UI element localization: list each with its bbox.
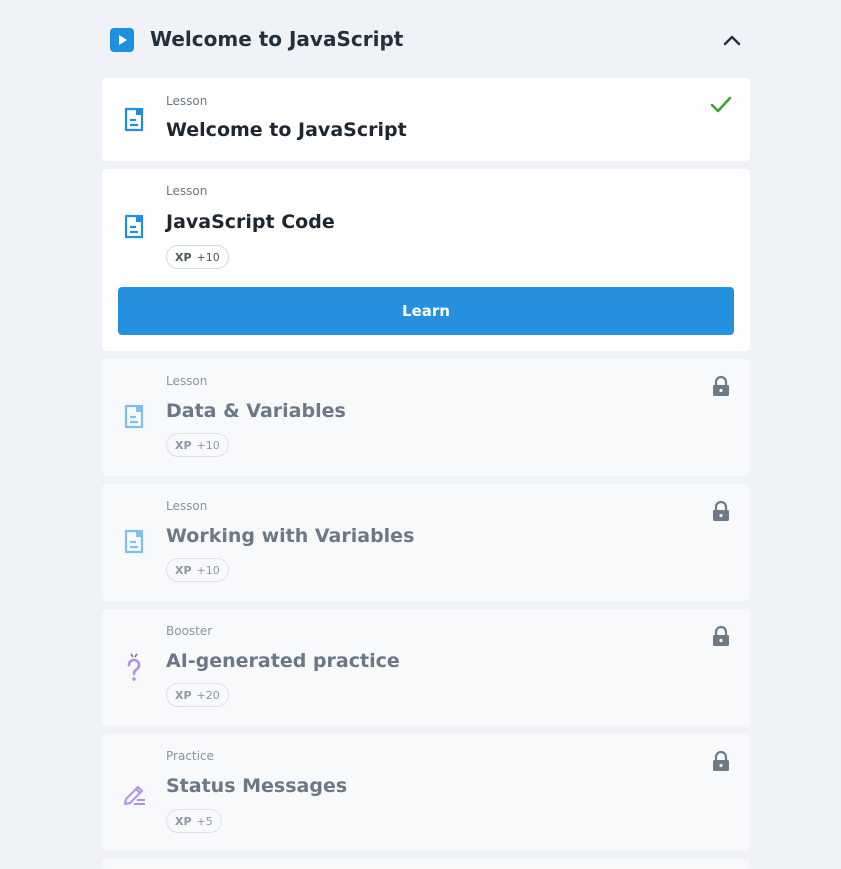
- lock-icon: [710, 375, 732, 397]
- lesson-card-welcome[interactable]: Lesson Welcome to JavaScript: [102, 78, 750, 161]
- xp-label: XP: [175, 688, 192, 702]
- booster-card-ai-practice[interactable]: Booster AI-generated practice XP +20: [102, 609, 750, 726]
- item-title: JavaScript Code: [166, 211, 335, 233]
- lock-icon: [710, 625, 732, 647]
- xp-badge: XP +10: [166, 245, 229, 269]
- item-type-label: Booster: [166, 624, 213, 638]
- item-type-label: Lesson: [166, 94, 208, 108]
- xp-badge: XP +10: [166, 433, 229, 457]
- item-title: Status Messages: [166, 775, 348, 797]
- item-title: AI-generated practice: [166, 650, 400, 672]
- xp-badge: XP +5: [166, 809, 222, 833]
- lesson-document-icon: [122, 403, 146, 429]
- lesson-card-javascript-code[interactable]: Lesson JavaScript Code XP +10 Learn: [102, 169, 750, 351]
- chevron-up-icon[interactable]: [718, 26, 746, 54]
- xp-label: XP: [175, 814, 192, 828]
- xp-label: XP: [175, 438, 192, 452]
- item-title: Welcome to JavaScript: [166, 119, 407, 141]
- item-type-label: Lesson: [166, 499, 208, 513]
- next-card-peek: [102, 859, 750, 869]
- xp-value: +10: [196, 250, 220, 264]
- learn-button[interactable]: Learn: [118, 287, 734, 335]
- play-icon: [110, 28, 134, 52]
- module-title: Welcome to JavaScript: [150, 27, 404, 51]
- xp-value: +20: [196, 688, 220, 702]
- item-type-label: Practice: [166, 749, 214, 763]
- xp-value: +5: [196, 814, 213, 828]
- item-type-label: Lesson: [166, 184, 208, 198]
- lesson-document-icon: [122, 528, 146, 554]
- xp-label: XP: [175, 563, 192, 577]
- lesson-card-working-with-variables[interactable]: Lesson Working with Variables XP +10: [102, 484, 750, 601]
- item-type-label: Lesson: [166, 374, 208, 388]
- practice-card-status-messages[interactable]: Practice Status Messages XP +5: [102, 734, 750, 851]
- item-title: Working with Variables: [166, 525, 415, 547]
- xp-badge: XP +10: [166, 558, 229, 582]
- lock-icon: [710, 750, 732, 772]
- lesson-document-icon: [122, 106, 146, 132]
- xp-label: XP: [175, 250, 192, 264]
- module-header[interactable]: Welcome to JavaScript: [102, 18, 750, 62]
- lock-icon: [710, 500, 732, 522]
- item-title: Data & Variables: [166, 400, 346, 422]
- lesson-document-icon: [122, 213, 146, 239]
- xp-value: +10: [196, 563, 220, 577]
- xp-value: +10: [196, 438, 220, 452]
- pencil-practice-icon: [122, 780, 146, 805]
- checkmark-icon: [710, 94, 732, 116]
- ai-question-icon: [122, 652, 146, 681]
- lesson-card-data-variables[interactable]: Lesson Data & Variables XP +10: [102, 359, 750, 476]
- xp-badge: XP +20: [166, 683, 229, 707]
